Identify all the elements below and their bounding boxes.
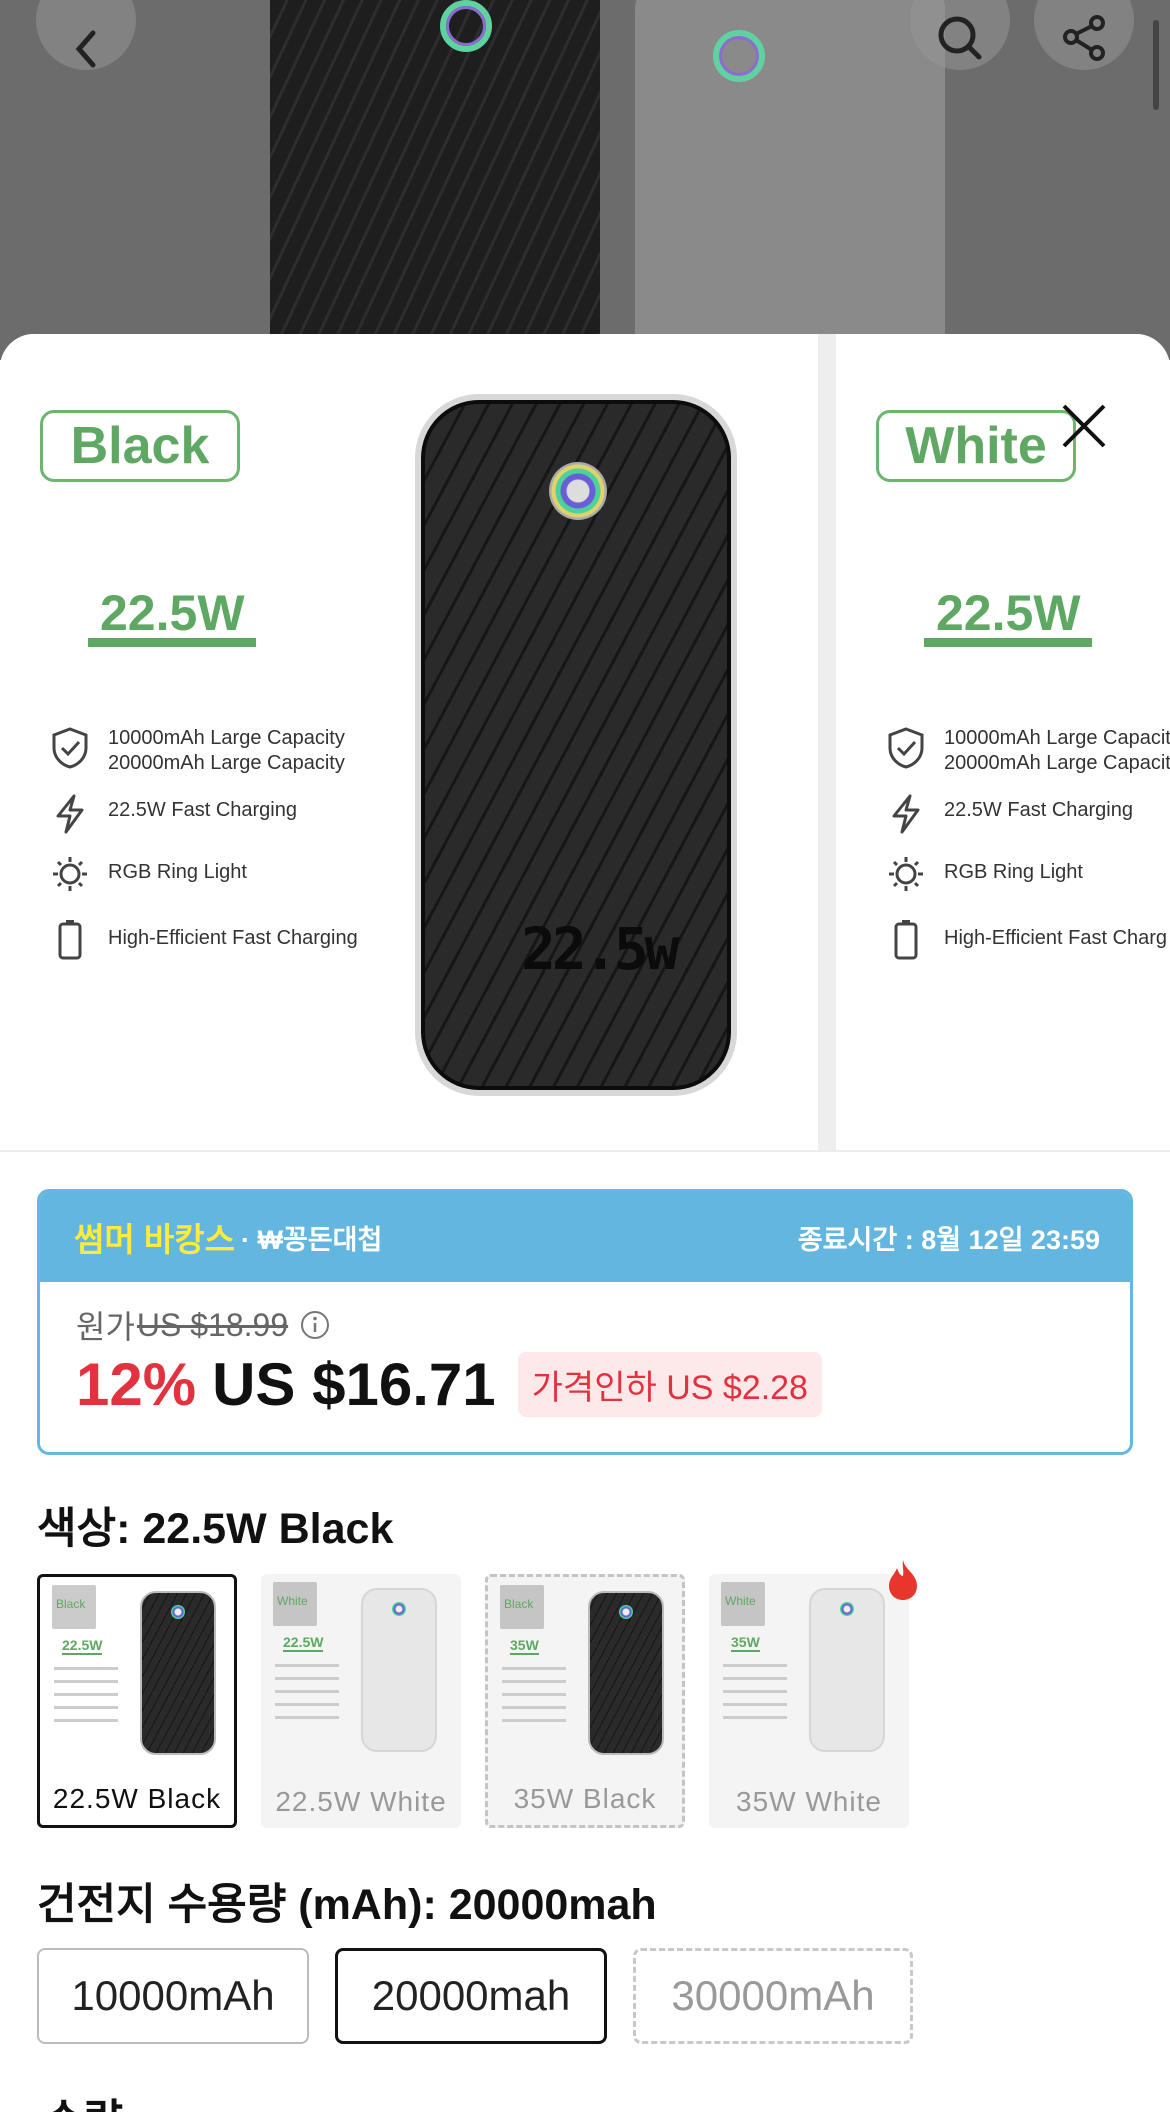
original-price-label: 원가 [76, 1309, 135, 1345]
swatch-35w-black[interactable]: Black 35W 35W Black [485, 1574, 685, 1828]
sale-price: US $16.71 [212, 1351, 496, 1418]
capacity-option-20000mah[interactable]: 20000mah [335, 1948, 607, 2044]
search-icon [938, 16, 982, 60]
price-cut-badge: 가격인하 US $2.28 [517, 1352, 822, 1417]
swatch-tag-text: Black [56, 1597, 86, 1611]
feature-text: 22.5W Fast Charging [108, 799, 297, 821]
feature-ring-light: RGB Ring Light [50, 854, 247, 894]
feature-ring-light: RGB Ring Light [886, 854, 1083, 894]
promotion-box: 썸머 바캉스 · ₩꽁돈대첩 종료시간 : 8월 12일 23:59 원가 US… [37, 1189, 1133, 1455]
lightning-icon [892, 794, 920, 834]
swatch-label: 35W Black [513, 1783, 657, 1814]
swatch-watt: 22.5W [283, 1634, 324, 1652]
swatch-image: Black 22.5W [40, 1577, 234, 1777]
feature-text: 22.5W Fast Charging [944, 799, 1133, 821]
discount-percent: 12% [76, 1351, 197, 1418]
price-row: 12% US $16.71 가격인하 US $2.28 [76, 1350, 1130, 1419]
color-tag: White [876, 410, 1076, 482]
feature-text: High-Efficient Fast Charg [944, 927, 1168, 949]
shield-check-icon [52, 727, 88, 769]
feature-text: 20000mAh Large Capacity [108, 752, 345, 774]
swatch-label: 22.5W White [275, 1786, 447, 1817]
battery-icon [58, 920, 82, 960]
color-section-title: 색상: 22.5W Black [37, 1505, 394, 1553]
close-icon [1062, 404, 1106, 448]
hot-fire-icon [889, 1560, 917, 1600]
swatch-image: White 35W [709, 1574, 909, 1774]
swatch-tag-text: Black [504, 1597, 534, 1611]
feature-text: 10000mAh Large Capacity [108, 727, 345, 749]
wattage-label: 22.5W [100, 585, 245, 641]
swatch-watt: 35W [731, 1634, 760, 1652]
feature-efficient: High-Efficient Fast Charging [50, 918, 358, 962]
swatch-22-5w-black[interactable]: Black 22.5W 22.5W Black [37, 1574, 237, 1828]
feature-efficient: High-Efficient Fast Charg [886, 918, 1167, 962]
swatch-tag-text: White [725, 1594, 756, 1608]
capacity-section-title: 건전지 수용량 (mAh): 20000mah [37, 1881, 657, 1929]
feature-capacity: 10000mAh Large Capacity 20000mAh Large Ca… [50, 726, 345, 776]
swatch-35w-white[interactable]: White 35W 35W White [709, 1574, 909, 1828]
color-tag: Black [40, 410, 240, 482]
product-image-carousel[interactable]: Black 22.5W 10000mAh Large Capacity 20000… [0, 334, 1170, 1152]
original-price: US $18.99 [136, 1306, 289, 1343]
swatch-image: White 22.5W [261, 1574, 461, 1774]
feature-fast-charging: 22.5W Fast Charging [50, 794, 297, 834]
capacity-options: 10000mAh 20000mah 30000mAh [37, 1948, 913, 2044]
wattage-underline [88, 638, 256, 647]
capacity-option-10000mah[interactable]: 10000mAh [37, 1948, 309, 2044]
swatch-22-5w-white[interactable]: White 22.5W 22.5W White [261, 1574, 461, 1828]
feature-text: 10000mAh Large Capacit [944, 727, 1170, 749]
event-end-time: 종료시간 : 8월 12일 23:59 [797, 1224, 1100, 1255]
original-price-row: 원가 US $18.99 [76, 1302, 1130, 1348]
event-subtitle: · ₩꽁돈대첩 [240, 1224, 383, 1255]
color-options: Black 22.5W 22.5W Black White 22.5W 22.5… [37, 1574, 909, 1828]
shield-check-icon [888, 727, 924, 769]
swatch-image: Black 35W [488, 1577, 682, 1777]
scrollbar[interactable] [1153, 20, 1159, 110]
info-icon[interactable] [300, 1310, 330, 1340]
swatch-label: 35W White [736, 1786, 882, 1817]
swatch-watt: 35W [510, 1637, 539, 1655]
bg-black-powerbank [270, 0, 600, 360]
bg-ring-light [440, 0, 492, 52]
bg-ring-light [713, 30, 765, 82]
light-bulb-icon [889, 857, 923, 891]
divider [0, 1150, 1170, 1152]
sku-selector-sheet: Black 22.5W 10000mAh Large Capacity 20000… [0, 334, 1170, 2112]
wattage-underline [924, 638, 1092, 647]
feature-capacity: 10000mAh Large Capacit 20000mAh Large Cap… [886, 726, 1170, 776]
bg-white-powerbank [635, 0, 945, 360]
share-button[interactable] [1034, 0, 1134, 70]
light-bulb-icon [53, 857, 87, 891]
share-icon [1063, 15, 1105, 61]
swatch-watt: 22.5W [62, 1637, 103, 1655]
lightning-icon [56, 794, 84, 834]
product-image-background [0, 0, 1170, 360]
swatch-label: 22.5W Black [52, 1783, 222, 1814]
feature-text: RGB Ring Light [108, 861, 247, 883]
event-name: 썸머 바캉스 [74, 1221, 235, 1258]
close-button[interactable] [1052, 394, 1116, 458]
slide-divider [818, 334, 836, 1152]
feature-text: RGB Ring Light [944, 861, 1083, 883]
battery-icon [894, 920, 918, 960]
quantity-section-title: 수량 [44, 2086, 123, 2112]
chevron-left-icon [75, 30, 96, 68]
capacity-option-30000mah[interactable]: 30000mAh [633, 1948, 913, 2044]
rgb-ring-light [549, 462, 607, 520]
swatch-tag-text: White [277, 1594, 308, 1608]
powerbank-display: 22.5w [521, 915, 680, 983]
back-button[interactable] [36, 0, 136, 70]
feature-text: 20000mAh Large Capacit [944, 752, 1170, 774]
feature-fast-charging: 22.5W Fast Charging [886, 794, 1133, 834]
powerbank-image: 22.5w [415, 394, 737, 1096]
feature-text: High-Efficient Fast Charging [108, 927, 358, 949]
promotion-header: 썸머 바캉스 · ₩꽁돈대첩 종료시간 : 8월 12일 23:59 [40, 1192, 1130, 1282]
wattage-label: 22.5W [936, 585, 1081, 641]
